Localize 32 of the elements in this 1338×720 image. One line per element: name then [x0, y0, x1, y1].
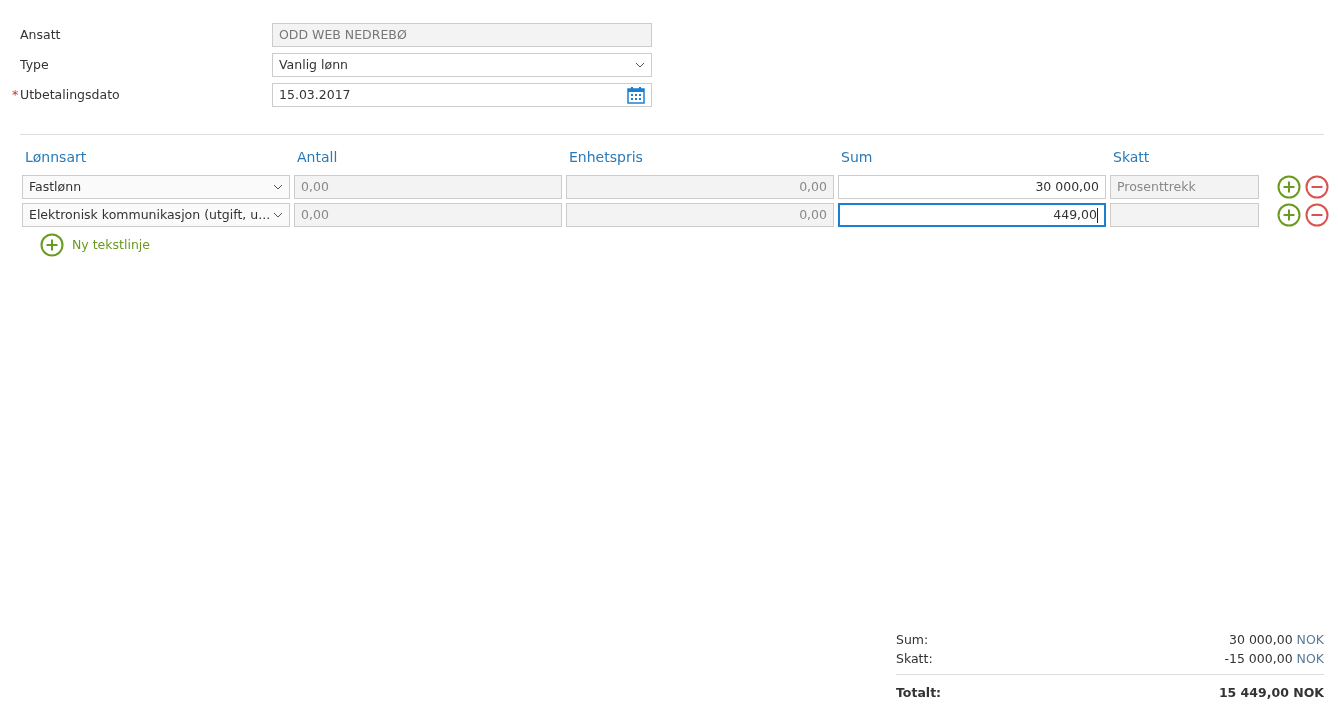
chevron-down-icon [635, 62, 645, 68]
date-field[interactable]: 15.03.2017 [272, 83, 652, 107]
column-header: Lønnsart [24, 148, 88, 167]
remove-row-button[interactable] [1305, 203, 1329, 227]
input-field[interactable]: 30 000,00 [838, 175, 1106, 199]
column-header: Enhetspris [568, 148, 644, 167]
column-header: Sum [840, 148, 874, 167]
total-label: Skatt: [896, 650, 933, 668]
total-amount: -15 000,00 NOK [1224, 650, 1324, 668]
chevron-down-icon [273, 212, 283, 218]
chevron-down-icon [273, 184, 283, 190]
required-asterisk: * [12, 85, 19, 104]
field-label: Ansatt [20, 26, 61, 42]
select-field[interactable]: Vanlig lønn [272, 53, 652, 77]
select-field[interactable]: Fastlønn [22, 175, 290, 199]
remove-row-button[interactable] [1305, 175, 1329, 199]
column-header: Antall [296, 148, 339, 167]
total-amount: 15 449,00 NOK [1218, 684, 1324, 702]
column-header: Skatt [1112, 148, 1151, 167]
add-row-button[interactable] [1277, 203, 1301, 227]
field-label: Type [20, 56, 49, 72]
calendar-icon[interactable] [627, 86, 645, 104]
total-label: Totalt: [896, 684, 942, 702]
total-amount: 30 000,00 NOK [1229, 631, 1324, 649]
add-line-button[interactable]: Ny tekstlinje [40, 233, 1324, 257]
text-cursor [1097, 207, 1098, 223]
total-label: Sum: [896, 631, 929, 649]
add-row-button[interactable] [1277, 175, 1301, 199]
field-label: Utbetalingsdato [20, 86, 120, 102]
plus-icon [40, 233, 64, 257]
input-field[interactable]: 449,00 [838, 203, 1106, 227]
select-field[interactable]: Elektronisk kommunikasjon (utgift, u... [22, 203, 290, 227]
